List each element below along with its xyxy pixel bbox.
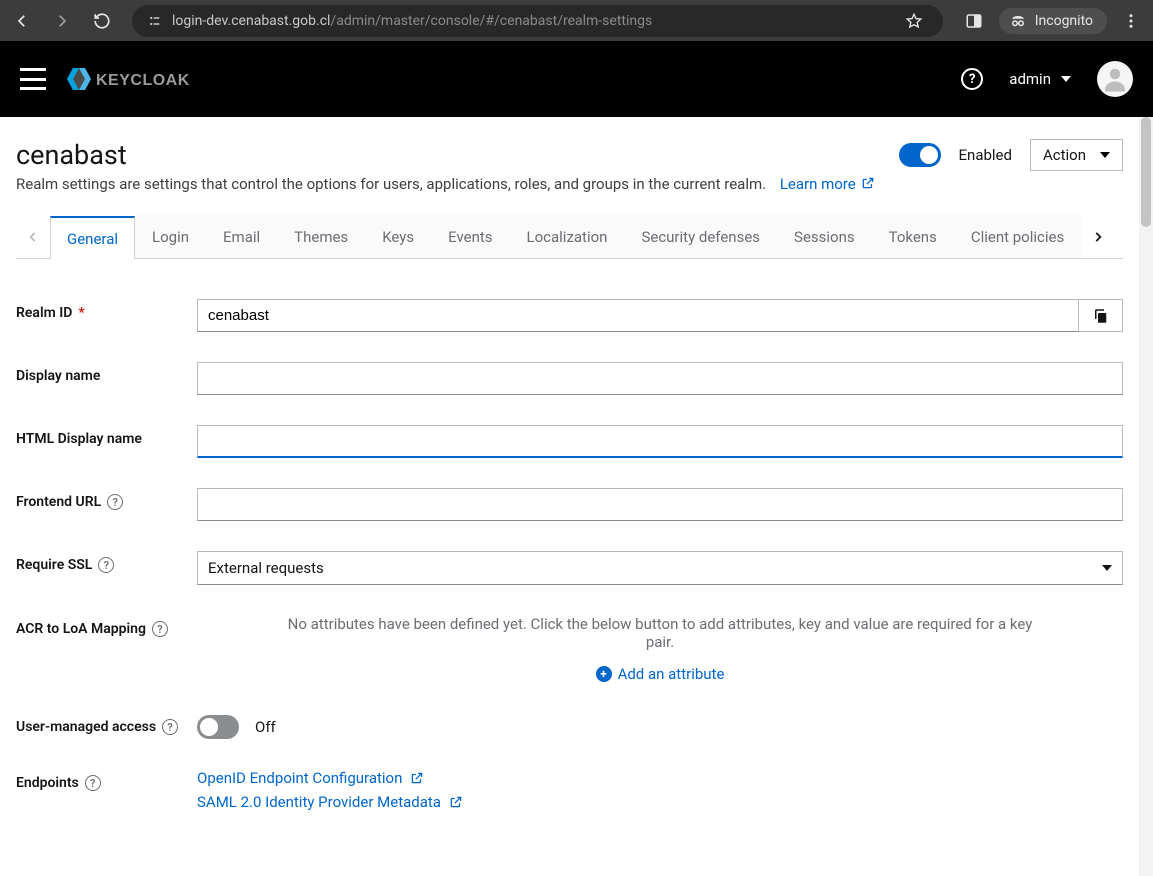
- tab-email[interactable]: Email: [206, 215, 277, 258]
- browser-back-button[interactable]: [8, 7, 36, 35]
- keycloak-logo[interactable]: KEYCLOAK: [64, 64, 224, 94]
- tab-security-defenses[interactable]: Security defenses: [624, 215, 777, 258]
- tab-login[interactable]: Login: [135, 215, 206, 258]
- user-managed-access-state: Off: [255, 718, 276, 736]
- panel-icon[interactable]: [959, 6, 989, 36]
- help-icon[interactable]: ?: [107, 494, 123, 510]
- scrollbar-thumb[interactable]: [1141, 117, 1151, 227]
- action-label: Action: [1043, 146, 1086, 164]
- tabs: General Login Email Themes Keys Events L…: [16, 215, 1123, 259]
- user-menu[interactable]: admin: [1009, 70, 1071, 88]
- chevron-down-icon: [1061, 76, 1071, 82]
- openid-endpoint-link[interactable]: OpenID Endpoint Configuration: [197, 769, 1123, 787]
- avatar[interactable]: [1097, 61, 1133, 97]
- incognito-label: Incognito: [1035, 13, 1093, 29]
- tab-tokens[interactable]: Tokens: [872, 215, 954, 258]
- sidebar-toggle-button[interactable]: [20, 68, 46, 90]
- external-link-icon: [861, 176, 875, 190]
- require-ssl-label: Require SSL?: [16, 551, 197, 573]
- html-display-name-input[interactable]: [197, 425, 1123, 458]
- bookmark-star-icon[interactable]: [899, 6, 929, 36]
- scrollbar-track[interactable]: [1139, 117, 1153, 876]
- main-content: cenabast Enabled Action Realm settings a…: [0, 117, 1153, 876]
- html-display-name-label: HTML Display name: [16, 425, 197, 447]
- help-button[interactable]: ?: [961, 68, 983, 90]
- display-name-input[interactable]: [197, 362, 1123, 395]
- tabs-scroll-left: [16, 215, 50, 258]
- realm-enabled-label: Enabled: [959, 146, 1012, 164]
- help-icon[interactable]: ?: [98, 557, 114, 573]
- external-link-icon: [410, 771, 424, 785]
- user-managed-access-toggle[interactable]: [197, 715, 239, 739]
- tab-sessions[interactable]: Sessions: [777, 215, 872, 258]
- chevron-down-icon: [1100, 152, 1110, 158]
- tab-localization[interactable]: Localization: [510, 215, 625, 258]
- add-attribute-label: Add an attribute: [618, 665, 725, 683]
- page-description: Realm settings are settings that control…: [16, 175, 1123, 193]
- require-ssl-select[interactable]: External requests: [197, 551, 1123, 585]
- copy-realm-id-button[interactable]: [1079, 299, 1123, 332]
- url-text: login-dev.cenabast.gob.cl/admin/master/c…: [172, 13, 652, 29]
- action-dropdown[interactable]: Action: [1030, 139, 1123, 171]
- incognito-icon: [1009, 12, 1027, 30]
- realm-id-input[interactable]: [197, 299, 1079, 332]
- frontend-url-label: Frontend URL?: [16, 488, 197, 510]
- frontend-url-input[interactable]: [197, 488, 1123, 521]
- realm-id-label: Realm ID*: [16, 299, 197, 321]
- incognito-badge[interactable]: Incognito: [999, 8, 1107, 34]
- learn-more-link[interactable]: Learn more: [780, 175, 876, 193]
- page-title: cenabast: [16, 139, 127, 171]
- chevron-down-icon: [1102, 565, 1112, 571]
- display-name-label: Display name: [16, 362, 197, 384]
- plus-circle-icon: +: [596, 666, 612, 682]
- username-label: admin: [1009, 70, 1051, 88]
- external-link-icon: [449, 795, 463, 809]
- copy-icon: [1092, 307, 1110, 325]
- help-icon[interactable]: ?: [152, 621, 168, 637]
- address-bar[interactable]: login-dev.cenabast.gob.cl/admin/master/c…: [132, 5, 943, 37]
- add-attribute-button[interactable]: + Add an attribute: [596, 665, 725, 683]
- acr-loa-label: ACR to LoA Mapping?: [16, 615, 197, 637]
- saml-endpoint-link[interactable]: SAML 2.0 Identity Provider Metadata: [197, 793, 1123, 811]
- realm-enabled-toggle[interactable]: [899, 143, 941, 167]
- browser-forward-button[interactable]: [48, 7, 76, 35]
- tab-events[interactable]: Events: [431, 215, 509, 258]
- browser-toolbar: login-dev.cenabast.gob.cl/admin/master/c…: [0, 0, 1153, 41]
- acr-empty-text: No attributes have been defined yet. Cli…: [277, 615, 1043, 651]
- help-icon[interactable]: ?: [162, 719, 178, 735]
- endpoints-label: Endpoints?: [16, 769, 197, 791]
- svg-text:KEYCLOAK: KEYCLOAK: [96, 72, 190, 89]
- tabs-scroll-right[interactable]: [1081, 215, 1115, 258]
- general-form: Realm ID* Display name HTML Display name: [16, 299, 1123, 811]
- require-ssl-value: External requests: [208, 559, 324, 577]
- browser-reload-button[interactable]: [88, 7, 116, 35]
- tab-keys[interactable]: Keys: [365, 215, 431, 258]
- help-icon[interactable]: ?: [85, 775, 101, 791]
- site-info-icon[interactable]: [146, 12, 164, 30]
- user-managed-access-label: User-managed access?: [16, 713, 197, 735]
- browser-menu-button[interactable]: [1117, 12, 1145, 30]
- app-header: KEYCLOAK ? admin: [0, 41, 1153, 117]
- tab-general[interactable]: General: [50, 216, 135, 259]
- tab-client-policies[interactable]: Client policies: [954, 215, 1081, 258]
- tab-themes[interactable]: Themes: [277, 215, 365, 258]
